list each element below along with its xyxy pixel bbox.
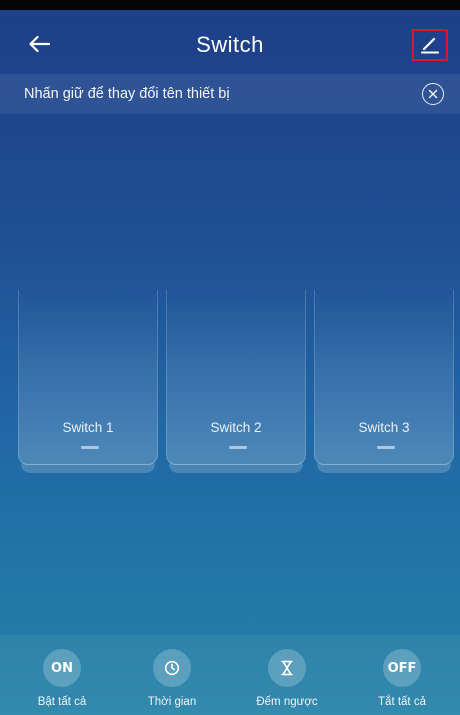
clock-icon [153, 649, 191, 687]
bottom-action-bar: ON Bật tất cả Thời gian Đếm ngược OFF Tắ… [0, 635, 460, 715]
switch-screen: Switch Nhấn giữ để thay đổi tên thiết bị… [0, 0, 460, 715]
action-label: Tắt tất cả [378, 696, 426, 708]
edit-button[interactable] [412, 29, 448, 61]
switch-indicator [81, 446, 99, 449]
back-button[interactable] [22, 27, 56, 61]
switch-label: Switch 3 [358, 420, 410, 435]
action-label: Đếm ngược [256, 696, 318, 708]
on-text-icon: ON [43, 649, 81, 687]
switch-1-panel[interactable]: Switch 1 [18, 290, 158, 473]
timer-button[interactable]: Thời gian [122, 649, 222, 708]
close-circle-icon [428, 89, 438, 99]
arrow-left-icon [29, 35, 50, 53]
switch-indicator [229, 446, 247, 449]
pencil-icon [421, 37, 439, 54]
hourglass-icon [268, 649, 306, 687]
page-title: Switch [196, 32, 264, 57]
close-banner-button[interactable] [422, 83, 444, 105]
all-off-button[interactable]: OFF Tắt tất cả [352, 649, 452, 708]
switch-2-panel[interactable]: Switch 2 [166, 290, 306, 473]
switch-3-panel[interactable]: Switch 3 [314, 290, 454, 473]
action-label: Bật tất cả [37, 696, 87, 708]
switch-label: Switch 1 [62, 420, 114, 435]
hint-text: Nhấn giữ để thay đổi tên thiết bị [24, 86, 230, 102]
status-bar [0, 0, 460, 10]
action-label: Thời gian [147, 696, 197, 708]
switch-indicator [377, 446, 395, 449]
hint-banner: Nhấn giữ để thay đổi tên thiết bị [0, 74, 460, 114]
off-text-icon: OFF [383, 649, 421, 687]
switch-panels: Switch 1 Switch 2 Switch 3 [18, 290, 454, 475]
switch-label: Switch 2 [210, 420, 262, 435]
app-bar: Switch [0, 18, 460, 72]
all-on-button[interactable]: ON Bật tất cả [12, 649, 112, 708]
countdown-button[interactable]: Đếm ngược [237, 649, 337, 708]
